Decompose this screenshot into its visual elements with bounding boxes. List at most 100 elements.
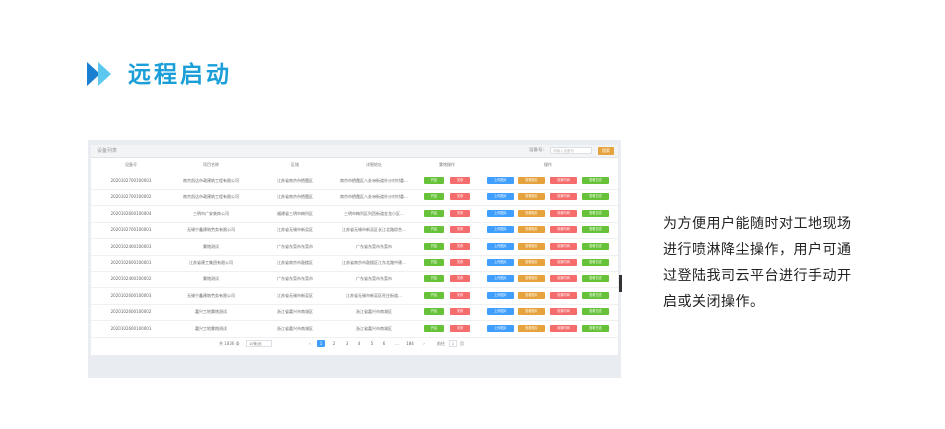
set-time-button[interactable]: 设置时间 (550, 259, 577, 266)
page-number[interactable]: 6 (380, 340, 388, 347)
view-log-button[interactable]: 查看日志 (582, 242, 609, 250)
view-image-button[interactable]: 查看图片 (518, 259, 545, 266)
view-image-button[interactable]: 查看图片 (518, 291, 545, 299)
open-button[interactable]: 开启 (424, 324, 444, 332)
set-time-button[interactable]: 设置时间 (550, 209, 577, 217)
page-number[interactable]: 2 (330, 340, 338, 347)
view-log-button[interactable]: 查看日志 (582, 209, 609, 217)
upload-image-button[interactable]: 上传图片 (487, 259, 514, 266)
view-image-button[interactable]: 查看图片 (518, 242, 545, 250)
pagination: 共 1836 条 10条/页 ‹ 1 2 3 4 5 6 … 184 › 前往 … (91, 338, 618, 350)
view-image-button[interactable]: 查看图片 (518, 275, 545, 283)
set-time-button[interactable]: 设置时间 (550, 226, 577, 234)
column-header-device-id: 设备号 (125, 162, 137, 167)
open-button[interactable]: 开启 (424, 226, 444, 234)
set-time-button[interactable]: 设置时间 (550, 308, 577, 316)
open-button[interactable]: 开启 (424, 193, 444, 201)
upload-image-button[interactable]: 上传图片 (487, 324, 514, 332)
table-row: 2020102600100001 嘉兴工地雾炮测试 浙江省嘉兴市南湖区 浙江省嘉兴市南… (91, 321, 618, 338)
search-button[interactable]: 搜索 (598, 147, 614, 155)
page-number[interactable]: 4 (355, 340, 363, 347)
open-button[interactable]: 开启 (424, 209, 444, 217)
upload-image-button[interactable]: 上传图片 (487, 177, 514, 184)
view-log-button[interactable]: 查看日志 (582, 259, 609, 266)
address-cell: 浙江省嘉兴市南湖区 (356, 325, 392, 331)
view-log-button[interactable]: 查看日志 (582, 308, 609, 316)
close-button[interactable]: 关闭 (450, 291, 470, 299)
address-cell: 南京市栖霞区八卦洲街道外沙村村委… (340, 178, 408, 183)
device-id-cell: 2020102600100001 (110, 325, 152, 331)
view-log-button[interactable]: 查看日志 (582, 193, 609, 201)
region-cell: 浙江省嘉兴市南湖区 (277, 309, 313, 315)
scroll-indicator[interactable] (619, 275, 622, 292)
view-image-button[interactable]: 查看图片 (518, 324, 545, 332)
upload-image-button[interactable]: 上传图片 (487, 226, 514, 234)
device-id-cell: 2020102600100001 (110, 260, 152, 265)
close-button[interactable]: 关闭 (450, 193, 470, 201)
page-number[interactable]: 1 (317, 340, 325, 347)
open-button[interactable]: 开启 (424, 308, 444, 316)
view-image-button[interactable]: 查看图片 (518, 177, 545, 184)
open-button[interactable]: 开启 (424, 291, 444, 299)
device-id-cell: 2020102400100003 (110, 243, 152, 249)
close-button[interactable]: 关闭 (450, 324, 470, 332)
view-log-button[interactable]: 查看日志 (582, 275, 609, 283)
set-time-button[interactable]: 设置时间 (550, 177, 577, 184)
set-time-button[interactable]: 设置时间 (550, 193, 577, 201)
page-size-select[interactable]: 10条/页 (246, 340, 272, 347)
close-button[interactable]: 关闭 (450, 275, 470, 283)
column-header-fog-operation: 雾炮操作 (439, 162, 455, 167)
project-cell: 嘉兴工地雾炮测试 (195, 325, 227, 331)
device-id-cell: 2020102600100003 (110, 292, 152, 298)
open-button[interactable]: 开启 (424, 177, 444, 184)
close-button[interactable]: 关闭 (450, 177, 470, 184)
close-button[interactable]: 关闭 (450, 226, 470, 234)
set-time-button[interactable]: 设置时间 (550, 291, 577, 299)
set-time-button[interactable]: 设置时间 (550, 242, 577, 250)
view-image-button[interactable]: 查看图片 (518, 193, 545, 201)
set-time-button[interactable]: 设置时间 (550, 324, 577, 332)
upload-image-button[interactable]: 上传图片 (487, 291, 514, 299)
view-image-button[interactable]: 查看图片 (518, 209, 545, 217)
upload-image-button[interactable]: 上传图片 (487, 308, 514, 316)
close-button[interactable]: 关闭 (450, 259, 470, 266)
page-ellipsis[interactable]: … (393, 340, 401, 347)
device-list-panel: 设备列表 设备号: 请输入设备号 搜索 设备号 项目名称 区域 详细地址 雾炮操… (91, 145, 618, 355)
open-button[interactable]: 开启 (424, 259, 444, 266)
region-cell: 江苏省南京市鼓楼区 (277, 260, 313, 265)
set-time-button[interactable]: 设置时间 (550, 275, 577, 283)
view-image-button[interactable]: 查看图片 (518, 226, 545, 234)
goto-page-input[interactable]: 1 (449, 340, 457, 347)
close-button[interactable]: 关闭 (450, 242, 470, 250)
table-row: 2020102400100003 雾炮测试 广东省东莞市东莞市 广东省东莞市东莞市 开启… (91, 239, 618, 256)
close-button[interactable]: 关闭 (450, 308, 470, 316)
address-cell: 江苏省无锡市新吴区长江北路综合… (342, 227, 406, 233)
page-number[interactable]: 184 (406, 340, 414, 347)
page-number[interactable]: 3 (343, 340, 351, 347)
upload-image-button[interactable]: 上传图片 (487, 209, 514, 217)
open-button[interactable]: 开启 (424, 275, 444, 283)
next-page-button[interactable]: › (420, 340, 428, 347)
page-number[interactable]: 5 (368, 340, 376, 347)
table-row: 2020102600100004 三明市广安装饰公司 福建省三明市梅列区 三明市梅列区… (91, 206, 618, 223)
prev-page-button[interactable]: ‹ (306, 340, 314, 347)
view-log-button[interactable]: 查看日志 (582, 177, 609, 184)
project-cell: 雾炮测试 (203, 276, 219, 282)
screenshot-frame: 设备列表 设备号: 请输入设备号 搜索 设备号 项目名称 区域 详细地址 雾炮操… (88, 140, 621, 378)
table-row: 2020102600100002 嘉兴工地雾炮测试 浙江省嘉兴市南湖区 浙江省嘉兴市南… (91, 304, 618, 322)
table-row: 2020102400100002 雾炮测试 广东省东莞市东莞市 广东省东莞市东莞市 开启… (91, 271, 618, 289)
address-cell: 江苏省南京市鼓楼区江东北路中建… (342, 260, 406, 265)
view-log-button[interactable]: 查看日志 (582, 324, 609, 332)
table-row: 2020102700100003 南京凯达市政建筑工程有限公司 江苏省南京市栖霞区 南… (91, 173, 618, 190)
open-button[interactable]: 开启 (424, 242, 444, 250)
search-input[interactable]: 请输入设备号 (550, 147, 592, 154)
upload-image-button[interactable]: 上传图片 (487, 193, 514, 201)
view-log-button[interactable]: 查看日志 (582, 226, 609, 234)
view-image-button[interactable]: 查看图片 (518, 308, 545, 316)
upload-image-button[interactable]: 上传图片 (487, 242, 514, 250)
device-id-cell: 2020102700100001 (110, 227, 152, 233)
goto-label: 前往 (437, 341, 445, 346)
view-log-button[interactable]: 查看日志 (582, 291, 609, 299)
close-button[interactable]: 关闭 (450, 209, 470, 217)
upload-image-button[interactable]: 上传图片 (487, 275, 514, 283)
